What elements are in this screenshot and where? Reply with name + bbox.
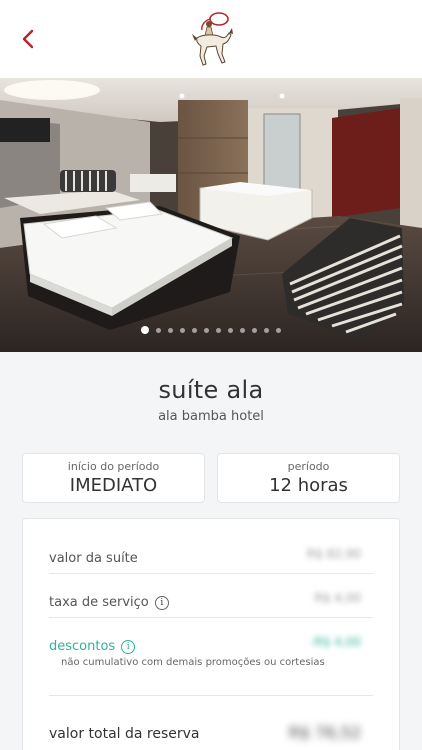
carousel-dot[interactable] — [180, 327, 185, 333]
duration-card: período 12 horas — [217, 453, 400, 503]
room-photo — [0, 78, 422, 352]
carousel-dot[interactable] — [240, 327, 245, 333]
start-period-value: IMEDIATO — [69, 475, 158, 496]
carousel-dot[interactable] — [276, 327, 281, 333]
divider — [49, 573, 373, 574]
price-summary-card: valor da suíte R$ 82,90 taxa de serviço i… — [22, 518, 400, 750]
app-header — [0, 0, 422, 78]
carousel-dot[interactable] — [168, 327, 173, 333]
carousel-dot[interactable] — [204, 327, 209, 333]
total-row: valor total da reserva R$ 76,52 — [49, 723, 373, 742]
carousel-dot[interactable] — [192, 327, 197, 333]
divider — [49, 695, 373, 696]
carousel-dot[interactable] — [252, 327, 257, 333]
room-price-label: valor da suíte — [49, 551, 138, 566]
total-label: valor total da reserva — [49, 726, 200, 742]
total-value: R$ 76,52 — [288, 723, 361, 742]
carousel-dot[interactable] — [228, 327, 233, 333]
start-period-card: início do período IMEDIATO — [22, 453, 205, 503]
info-icon[interactable]: i — [121, 640, 136, 654]
hotel-logo-icon — [192, 12, 233, 66]
service-fee-row: taxa de serviço i R$ 4,00 — [49, 591, 373, 610]
room-price-value: R$ 82,90 — [306, 547, 361, 561]
carousel-dot[interactable] — [156, 327, 161, 333]
service-fee-label: taxa de serviço — [49, 595, 149, 610]
carousel-dot[interactable] — [216, 327, 221, 333]
room-price-row: valor da suíte R$ 82,90 — [49, 547, 373, 566]
discount-label: descontos — [49, 639, 116, 654]
hotel-name: ala bamba hotel — [158, 409, 264, 424]
discount-row: descontos i -R$ 4,00 — [49, 635, 373, 654]
carousel-indicator — [0, 326, 422, 334]
back-chevron-icon[interactable] — [16, 26, 42, 52]
room-title: suíte ala — [158, 376, 264, 404]
carousel-dot[interactable] — [141, 326, 149, 334]
start-period-label: início do período — [67, 460, 160, 473]
carousel-dot[interactable] — [264, 327, 269, 333]
duration-label: período — [287, 460, 330, 473]
discount-note: não cumulativo com demais promoções ou c… — [61, 657, 325, 668]
duration-value: 12 horas — [269, 475, 348, 496]
discount-value: -R$ 4,00 — [310, 635, 361, 649]
info-icon[interactable]: i — [154, 596, 169, 610]
divider — [49, 617, 373, 618]
room-photo-carousel[interactable] — [0, 78, 422, 352]
service-fee-value: R$ 4,00 — [314, 591, 361, 605]
